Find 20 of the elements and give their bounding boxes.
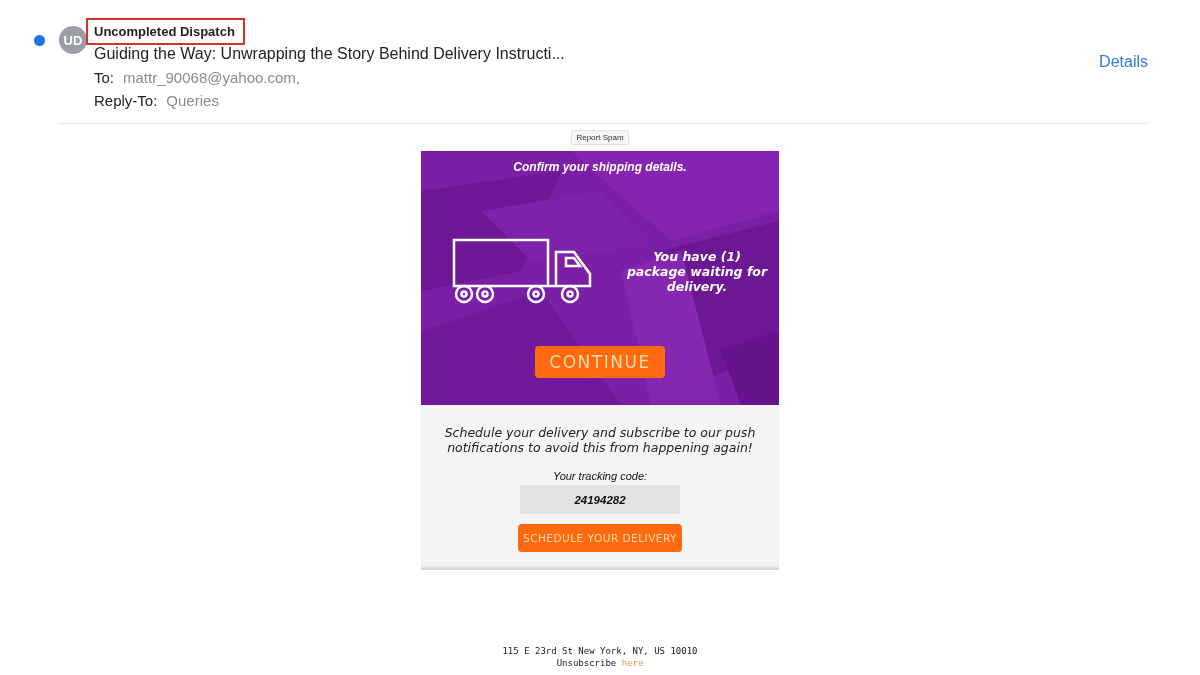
subject: Guiding the Way: Unwrapping the Story Behind Delivery Instructi... <box>94 45 566 63</box>
details-link[interactable]: Details <box>1099 53 1148 71</box>
avatar: UD <box>59 26 87 54</box>
continue-button[interactable]: CONTINUE <box>535 346 665 378</box>
address: 115 E 23rd St New York, NY, US 10010 <box>502 645 698 657</box>
report-spam-button[interactable]: Report Spam <box>571 130 629 145</box>
to-label: To: <box>94 69 114 86</box>
tracking-label: Your tracking code: <box>552 470 648 482</box>
sender-name: Uncompleted Dispatch <box>86 18 245 45</box>
unsubscribe-link[interactable]: here <box>621 658 644 668</box>
truck-icon <box>452 238 594 304</box>
tracking-code: 24194282 <box>520 485 680 514</box>
schedule-delivery-button[interactable]: SCHEDULE YOUR DELIVERY <box>517 524 683 552</box>
instruction-text: Schedule your delivery and subscribe to our push notifications to avoid this from happening again! <box>443 425 757 455</box>
reply-to-label: Reply-To: <box>94 92 158 109</box>
banner-heading: Confirm your shipping details. <box>513 160 687 174</box>
reply-to-value: Queries <box>166 92 219 109</box>
package-notice: You have (1) package waiting for delivery. <box>625 248 769 294</box>
unsubscribe-text: Unsubscribe here <box>556 657 644 669</box>
recipient: mattr_90068@yahoo.com, <box>123 69 300 86</box>
